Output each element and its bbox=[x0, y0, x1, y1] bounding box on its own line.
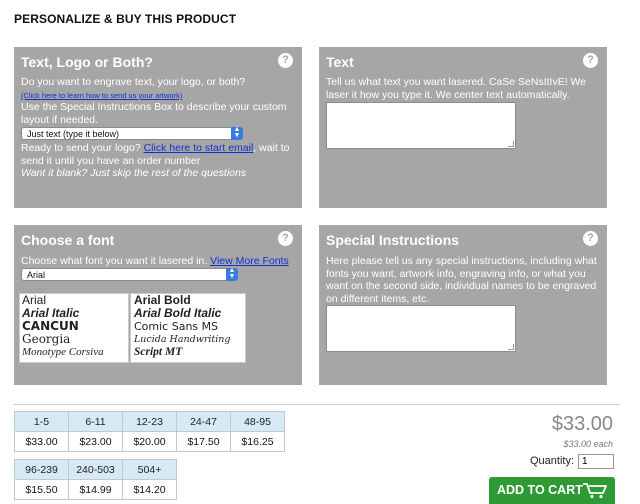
tier-price: $33.00 bbox=[14, 431, 69, 452]
help-icon[interactable]: ? bbox=[583, 53, 598, 68]
tier-price-row: $15.50 $14.99 $14.20 bbox=[14, 479, 177, 500]
tier-price: $20.00 bbox=[122, 431, 177, 452]
unit-price: $33.00 each bbox=[563, 439, 613, 449]
tier-quantity-row: 96-239 240-503 504+ bbox=[14, 459, 177, 480]
text-panel-description: Tell us what text you want lasered. CaSe… bbox=[326, 76, 587, 101]
engrave-type-select[interactable]: Just text (type it below) ▲ ▼ bbox=[21, 126, 243, 140]
tier-qty: 12-23 bbox=[122, 411, 177, 432]
tier-price: $14.20 bbox=[122, 479, 177, 500]
up-down-chevron-icon: ▲ ▼ bbox=[231, 126, 243, 140]
font-samples-left: Arial Arial Italic CANCUN Georgia Monoty… bbox=[19, 293, 129, 363]
tier-qty: 24-47 bbox=[176, 411, 231, 432]
quantity-label: Quantity: bbox=[530, 455, 575, 467]
text-logo-panel: Text, Logo or Both? ? Do you want to eng… bbox=[14, 47, 302, 208]
font-select[interactable]: Arial ▲ ▼ bbox=[21, 267, 238, 281]
help-icon[interactable]: ? bbox=[278, 231, 293, 246]
text-panel: Text ? Tell us what text you want lasere… bbox=[319, 47, 607, 208]
text-logo-question: Do you want to engrave text, your logo, … bbox=[21, 76, 246, 88]
font-sample-comic-sans: Comic Sans MS bbox=[134, 320, 219, 333]
text-logo-panel-title: Text, Logo or Both? bbox=[21, 54, 153, 70]
resize-handle-icon[interactable] bbox=[508, 141, 514, 147]
tier-price-row: $33.00 $23.00 $20.00 $17.50 $16.25 bbox=[14, 431, 285, 452]
font-prompt: Choose what font you want it lasered in.… bbox=[21, 255, 305, 268]
up-down-chevron-icon: ▲ ▼ bbox=[226, 267, 238, 281]
tier-price: $23.00 bbox=[68, 431, 123, 452]
tier-price: $14.99 bbox=[68, 479, 123, 500]
font-prompt-text: Choose what font you want it lasered in. bbox=[21, 255, 208, 267]
start-email-link[interactable]: Click here to start email bbox=[144, 142, 254, 154]
tier-qty: 48-95 bbox=[230, 411, 285, 432]
add-to-cart-button[interactable]: ADD TO CART bbox=[489, 477, 615, 504]
total-price: $33.00 bbox=[551, 413, 613, 435]
font-panel-title: Choose a font bbox=[21, 232, 115, 248]
tier-qty: 504+ bbox=[122, 459, 177, 480]
tier-price: $17.50 bbox=[176, 431, 231, 452]
special-instructions-description: Here please tell us any special instruct… bbox=[326, 255, 597, 305]
font-sample-monotype-corsiva: Monotype Corsiva bbox=[22, 346, 104, 358]
tier-quantity-row: 1-5 6-11 12-23 24-47 48-95 bbox=[14, 411, 285, 432]
tier-qty: 6-11 bbox=[68, 411, 123, 432]
shopping-cart-icon bbox=[583, 483, 607, 499]
help-icon[interactable]: ? bbox=[278, 53, 293, 68]
font-sample-arial-bold-italic: Arial Bold Italic bbox=[134, 306, 222, 320]
add-to-cart-label: ADD TO CART bbox=[497, 483, 583, 497]
tier-qty: 240-503 bbox=[68, 459, 123, 480]
view-more-fonts-link[interactable]: View More Fonts bbox=[210, 255, 289, 267]
font-samples-right: Arial Bold Arial Bold Italic Comic Sans … bbox=[130, 293, 246, 363]
font-select-value: Arial bbox=[27, 270, 46, 280]
page-title: PERSONALIZE & BUY THIS PRODUCT bbox=[14, 12, 237, 26]
section-divider bbox=[14, 404, 620, 405]
send-logo-text: Ready to send your logo? Click here to s… bbox=[21, 142, 299, 167]
send-logo-prefix: Ready to send your logo? bbox=[21, 142, 141, 154]
tier-qty: 96-239 bbox=[14, 459, 69, 480]
text-panel-title: Text bbox=[326, 54, 354, 70]
engrave-type-select-value: Just text (type it below) bbox=[27, 129, 120, 139]
price-tier-table-1: 1-5 6-11 12-23 24-47 48-95 $33.00 $23.00… bbox=[14, 411, 285, 452]
tier-qty: 1-5 bbox=[14, 411, 69, 432]
engrave-text-textarea[interactable] bbox=[326, 102, 516, 149]
tier-price: $15.50 bbox=[14, 479, 69, 500]
special-instructions-panel: Special Instructions ? Here please tell … bbox=[319, 225, 607, 385]
font-panel: Choose a font ? Choose what font you wan… bbox=[14, 225, 302, 385]
text-logo-instructions: Use the Special Instructions Box to desc… bbox=[21, 101, 287, 126]
quantity-input[interactable] bbox=[578, 454, 614, 469]
help-icon[interactable]: ? bbox=[583, 231, 598, 246]
price-tier-table-2: 96-239 240-503 504+ $15.50 $14.99 $14.20 bbox=[14, 459, 177, 500]
special-instructions-title: Special Instructions bbox=[326, 232, 460, 248]
tier-price: $16.25 bbox=[230, 431, 285, 452]
font-sample-lucida-handwriting: Lucida Handwriting bbox=[134, 334, 231, 345]
font-sample-script-mt: Script MT bbox=[134, 346, 183, 358]
blank-note: Want it blank? Just skip the rest of the… bbox=[21, 167, 247, 179]
font-sample-georgia: Georgia bbox=[22, 332, 71, 346]
resize-handle-icon[interactable] bbox=[508, 344, 514, 350]
special-instructions-textarea[interactable] bbox=[326, 305, 516, 352]
